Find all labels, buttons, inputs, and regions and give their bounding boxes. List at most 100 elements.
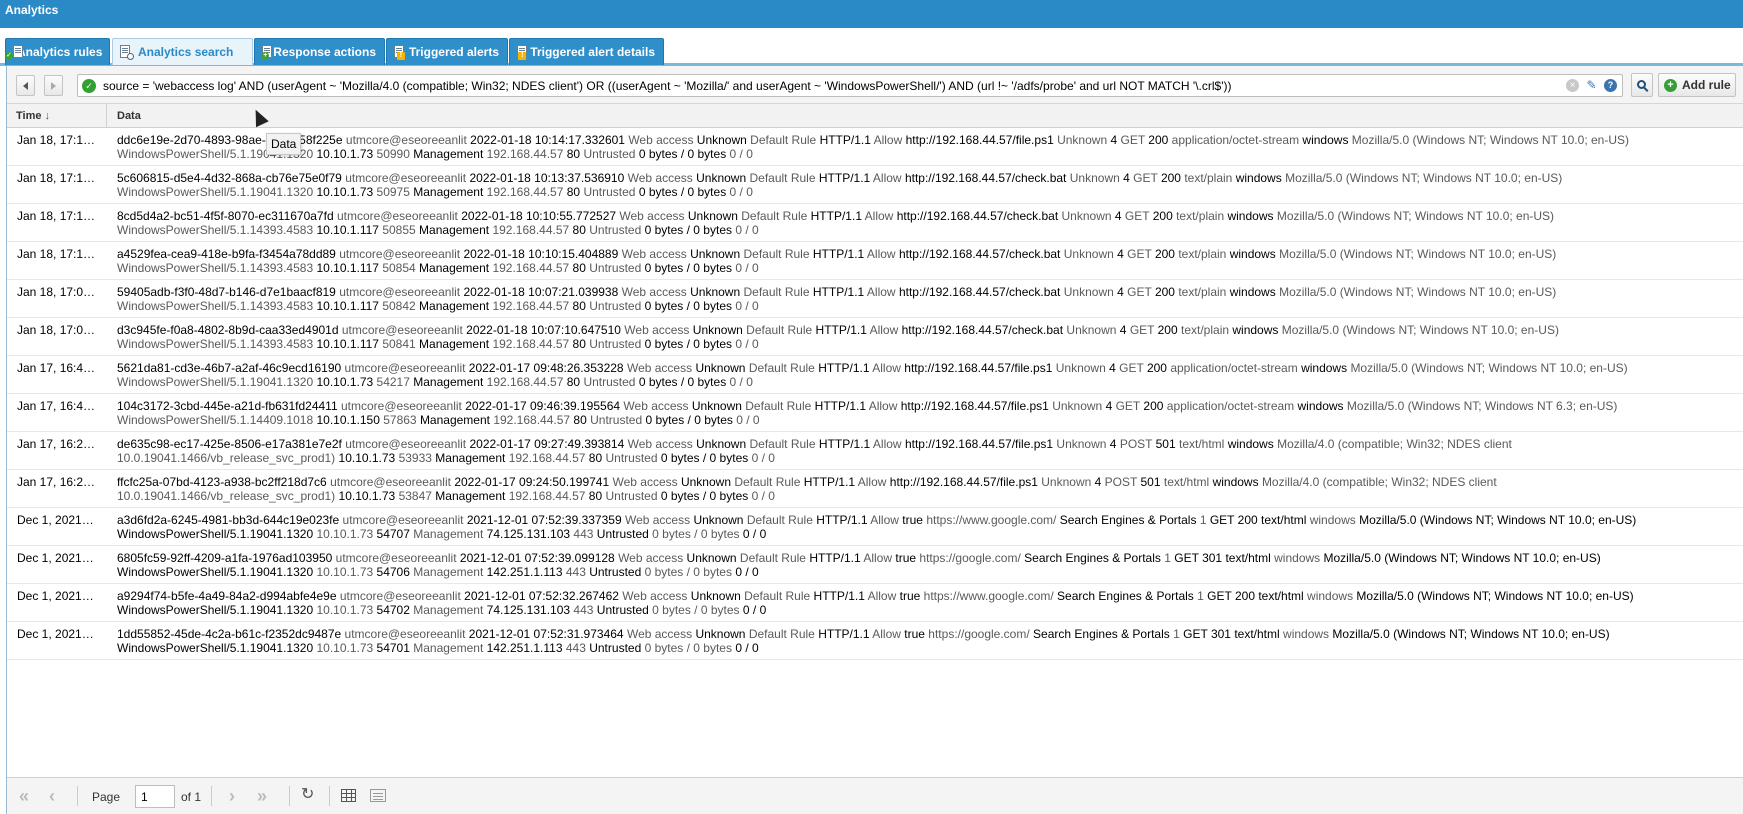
field-value: Mozilla/5.0 (Windows NT; Windows NT 10.0… xyxy=(1332,627,1610,641)
field-value: GET xyxy=(1183,627,1208,641)
tab-analytics-rules[interactable]: ✓ Analytics rules xyxy=(5,38,110,65)
field-value: Unknown xyxy=(687,209,738,223)
field-value: 200 xyxy=(1146,361,1167,375)
field-value: true xyxy=(895,551,917,565)
field-value: Untrusted xyxy=(605,451,658,465)
field-value: 10.10.1.73 xyxy=(316,603,374,617)
table-row[interactable]: Jan 17, 16:4… 5621da81-cd3e-46b7-a2af-46c… xyxy=(7,356,1743,394)
field-value: Untrusted xyxy=(590,413,643,427)
table-row[interactable]: Jan 18, 17:1… a4529fea-cea9-418e-b9fa-f34… xyxy=(7,242,1743,280)
field-value: 192.168.44.57 xyxy=(492,223,570,237)
field-value: HTTP/1.1 xyxy=(812,285,865,299)
tab-analytics-search[interactable]: Analytics search xyxy=(112,38,253,65)
field-value: Web access xyxy=(624,513,691,527)
field-value: application/octet-stream xyxy=(1166,399,1295,413)
field-value: Untrusted xyxy=(596,527,649,541)
field-value: 2022-01-17 09:48:26.353228 xyxy=(468,361,624,375)
field-value: POST xyxy=(1119,437,1153,451)
field-value: 10.10.1.73 xyxy=(316,527,374,541)
field-value: text/html xyxy=(1179,437,1225,451)
field-value: Default Rule xyxy=(750,133,817,147)
search-doc-icon xyxy=(119,45,134,60)
query-input[interactable]: ✓ source = 'webaccess log' AND (userAgen… xyxy=(77,74,1623,97)
field-value: 192.168.44.57 xyxy=(508,489,586,503)
field-value: utmcore@eseoreeanlit xyxy=(339,589,461,603)
field-value: Unknown xyxy=(696,437,747,451)
last-page-icon[interactable]: » xyxy=(257,786,267,807)
row-data: 5c606815-d5e4-4d32-868a-cb76e75e0f79 utm… xyxy=(117,171,1737,199)
table-row[interactable]: Dec 1, 2021… 6805fc59-92ff-4209-a1fa-1976… xyxy=(7,546,1743,584)
pager-bar: « ‹ Page of 1 › » ↻ xyxy=(7,777,1743,814)
field-value: Management xyxy=(413,185,484,199)
first-page-icon[interactable]: « xyxy=(19,786,29,807)
row-data: 1dd55852-45de-4c2a-b61c-f2352dc9487e utm… xyxy=(117,627,1737,655)
table-row[interactable]: Jan 18, 17:1… 5c606815-d5e4-4d32-868a-cb7… xyxy=(7,166,1743,204)
row-data-line: WindowsPowerShell/5.1.19041.1320 10.10.1… xyxy=(117,603,1737,617)
field-value: 54217 xyxy=(376,375,410,389)
field-value: 10.10.1.73 xyxy=(316,375,374,389)
row-data-line: WindowsPowerShell/5.1.19041.1320 10.10.1… xyxy=(117,565,1737,579)
forward-button[interactable] xyxy=(44,75,63,96)
tab-response-actions[interactable]: + Response actions xyxy=(254,38,385,65)
list-view-icon[interactable] xyxy=(370,789,386,802)
grid-view-icon[interactable] xyxy=(341,789,356,802)
row-data-line: WindowsPowerShell/5.1.19041.1320 10.10.1… xyxy=(117,375,1737,389)
field-value: 4 xyxy=(1110,133,1118,147)
query-text[interactable]: source = 'webaccess log' AND (userAgent … xyxy=(103,79,1566,93)
field-value: Management xyxy=(419,337,490,351)
field-value: Untrusted xyxy=(596,603,649,617)
field-value: Default Rule xyxy=(743,247,810,261)
add-rule-button[interactable]: + Add rule xyxy=(1658,73,1736,97)
field-value: 0 / 0 xyxy=(735,565,759,579)
table-row[interactable]: Jan 18, 17:0… 59405adb-f3f0-48d7-b146-d7e… xyxy=(7,280,1743,318)
field-value: Web access xyxy=(621,247,687,261)
pencil-icon[interactable]: ✎ xyxy=(1585,79,1598,92)
table-row[interactable]: Dec 1, 2021… 1dd55852-45de-4c2a-b61c-f235… xyxy=(7,622,1743,660)
table-row[interactable]: Jan 17, 16:2… ffcfc25a-07bd-4123-a938-bc2… xyxy=(7,470,1743,508)
row-data: 59405adb-f3f0-48d7-b146-d7e1baacf819 utm… xyxy=(117,285,1737,313)
field-value: utmcore@eseoreeanlit xyxy=(345,171,467,185)
page-number-input[interactable] xyxy=(135,785,175,808)
row-data-line: 5c606815-d5e4-4d32-868a-cb76e75e0f79 utm… xyxy=(117,171,1737,185)
field-value: 54701 xyxy=(376,641,410,655)
field-value: Allow xyxy=(872,437,902,451)
field-value: Unknown xyxy=(1057,133,1108,147)
prev-page-icon[interactable]: ‹ xyxy=(49,786,55,807)
table-row[interactable]: Jan 17, 16:2… de635c98-ec17-425e-8506-e17… xyxy=(7,432,1743,470)
help-icon[interactable]: ? xyxy=(1604,79,1617,92)
field-value: Default Rule xyxy=(748,361,815,375)
field-value: 2022-01-18 10:10:15.404889 xyxy=(463,247,619,261)
field-value: Allow xyxy=(863,551,893,565)
field-value: 10.10.1.73 xyxy=(338,451,396,465)
field-value: de635c98-ec17-425e-8506-e17a381e7e2f xyxy=(117,437,342,451)
table-row[interactable]: Dec 1, 2021… a9294f74-b5fe-4a49-84a2-d994… xyxy=(7,584,1743,622)
field-value: 10.10.1.73 xyxy=(316,641,374,655)
tab-triggered-alert-details[interactable]: ! Triggered alert details xyxy=(509,38,664,65)
table-row[interactable]: Dec 1, 2021… a3d6fd2a-6245-4981-bb3d-644c… xyxy=(7,508,1743,546)
field-value: 4 xyxy=(1117,285,1124,299)
field-value: http://192.168.44.57/check.bat xyxy=(904,171,1067,185)
row-data-line: ffcfc25a-07bd-4123-a938-bc2ff218d7c6 utm… xyxy=(117,475,1737,489)
clear-icon[interactable]: × xyxy=(1566,79,1579,92)
page-label: Page xyxy=(92,790,121,804)
field-value: HTTP/1.1 xyxy=(818,437,871,451)
field-value: Management xyxy=(435,451,506,465)
search-button[interactable] xyxy=(1631,73,1653,97)
row-data: 6805fc59-92ff-4209-a1fa-1976ad103950 utm… xyxy=(117,551,1737,579)
next-page-icon[interactable]: › xyxy=(229,786,235,807)
table-row[interactable]: Jan 18, 17:0… d3c945fe-f0a8-4802-8b9d-caa… xyxy=(7,318,1743,356)
column-header-time[interactable]: Time ↓ xyxy=(7,104,107,128)
field-value: Management xyxy=(419,223,490,237)
field-value: HTTP/1.1 xyxy=(816,513,868,527)
field-value: 10.0.19041.1466/vb_release_svc_prod1) xyxy=(117,451,336,465)
column-header-data[interactable]: Data xyxy=(107,104,1743,128)
table-row[interactable]: Jan 18, 17:1… 8cd5d4a2-bc51-4f5f-8070-ec3… xyxy=(7,204,1743,242)
field-value: WindowsPowerShell/5.1.19041.1320 xyxy=(117,603,314,617)
tab-triggered-alerts[interactable]: ! Triggered alerts xyxy=(386,38,508,65)
back-button[interactable] xyxy=(16,75,35,96)
field-value: 4 xyxy=(1094,475,1102,489)
field-value: 80 xyxy=(588,451,603,465)
field-value: Search Engines & Portals xyxy=(1024,551,1161,565)
refresh-icon[interactable]: ↻ xyxy=(301,787,317,803)
table-row[interactable]: Jan 17, 16:4… 104c3172-3cbd-445e-a21d-fb6… xyxy=(7,394,1743,432)
